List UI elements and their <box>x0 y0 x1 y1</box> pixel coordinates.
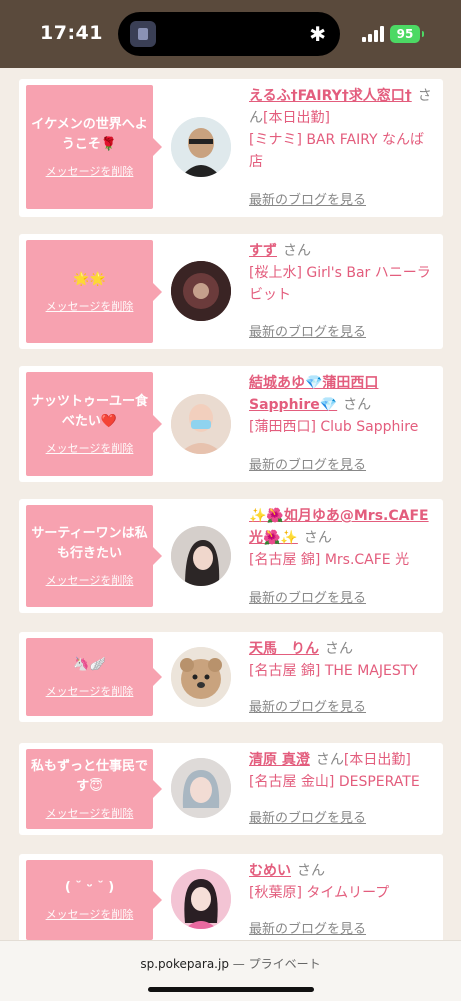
avatar[interactable] <box>171 526 231 586</box>
latest-blog-link[interactable]: 最新のブログを見る <box>249 918 366 937</box>
delete-message-link[interactable]: メッセージを削除 <box>46 163 134 179</box>
message-card: 🦄🪽 メッセージを削除 天馬 りん さん [名古屋 錦] THE MAJESTY … <box>19 632 443 722</box>
honorific: さん <box>343 397 372 413</box>
shop-name: [名古屋 錦] THE MAJESTY <box>249 663 418 679</box>
honorific: さん <box>325 641 353 657</box>
latest-blog-link[interactable]: 最新のブログを見る <box>249 807 366 826</box>
now-playing-thumbnail[interactable] <box>130 21 156 47</box>
delete-message-link[interactable]: メッセージを削除 <box>46 906 134 922</box>
message-bubble: ( ˘ ᵕ ˘ ) メッセージを削除 <box>26 860 162 940</box>
latest-blog-link[interactable]: 最新のブログを見る <box>249 696 366 715</box>
user-name-link[interactable]: ✨🌺如月ゆあ@Mrs.CAFE光🌺✨ <box>249 508 429 546</box>
message-text: サーティーワンは私も行きたい <box>31 526 148 561</box>
delete-message-link[interactable]: メッセージを削除 <box>46 440 134 456</box>
shop-name: [名古屋 錦] Mrs.CAFE 光 <box>249 552 410 568</box>
latest-blog-link[interactable]: 最新のブログを見る <box>249 454 366 473</box>
url-text: sp.pokepara.jp <box>140 957 229 971</box>
shop-name: [名古屋 金山] DESPERATE <box>249 774 420 790</box>
avatar[interactable] <box>171 394 231 454</box>
user-info: むめい さん [秋葉原] タイムリープ <box>249 860 437 904</box>
message-text: 🦄🪽 <box>73 657 106 672</box>
avatar[interactable] <box>171 869 231 929</box>
delete-message-link[interactable]: メッセージを削除 <box>46 572 134 588</box>
user-name-link[interactable]: すず <box>249 243 277 259</box>
honorific: さん <box>303 530 332 546</box>
latest-blog-link[interactable]: 最新のブログを見る <box>249 321 366 340</box>
message-bubble: サーティーワンは私も行きたい メッセージを削除 <box>26 505 162 607</box>
message-text: イケメンの世界へようこそ🌹 <box>31 117 148 152</box>
message-bubble: 🦄🪽 メッセージを削除 <box>26 638 162 716</box>
avatar[interactable] <box>171 261 231 321</box>
avatar[interactable] <box>171 758 231 818</box>
user-info: ✨🌺如月ゆあ@Mrs.CAFE光🌺✨ さん [名古屋 錦] Mrs.CAFE 光 <box>249 505 437 571</box>
avatar[interactable] <box>171 647 231 707</box>
delete-message-link[interactable]: メッセージを削除 <box>46 805 134 821</box>
message-card: ( ˘ ᵕ ˘ ) メッセージを削除 むめい さん [秋葉原] タイムリープ 最新… <box>19 854 443 940</box>
delete-message-link[interactable]: メッセージを削除 <box>46 298 134 314</box>
home-indicator[interactable] <box>148 987 314 992</box>
message-card: イケメンの世界へようこそ🌹 メッセージを削除 えるふ†FAIRY†求人窓口† さん… <box>19 79 443 217</box>
privacy-label: — プライベート <box>232 957 321 971</box>
honorific: さん <box>315 752 344 768</box>
shop-name: [蒲田西口] Club Sapphire <box>249 419 419 435</box>
message-bubble: イケメンの世界へようこそ🌹 メッセージを削除 <box>26 85 162 209</box>
delete-message-link[interactable]: メッセージを削除 <box>46 683 134 699</box>
message-card: 🌟🌟 メッセージを削除 すず さん [桜上水] Girl's Bar ハニーラビッ… <box>19 234 443 349</box>
status-time: 17:41 <box>40 22 103 44</box>
url-display[interactable]: sp.pokepara.jp — プライベート <box>0 955 461 972</box>
browser-address-bar[interactable]: sp.pokepara.jp — プライベート <box>0 940 461 1001</box>
shop-name: [桜上水] Girl's Bar ハニーラビット <box>249 265 431 303</box>
avatar[interactable] <box>171 117 231 177</box>
message-card: ナッツトゥーユー食べたい❤️ メッセージを削除 結城あゆ💎蒲田西口Sapphir… <box>19 366 443 482</box>
user-info: えるふ†FAIRY†求人窓口† さん[本日出勤] [ミナミ] BAR FAIRY … <box>249 85 437 173</box>
status-bar: 17:41 ✱ 95 <box>0 0 461 68</box>
message-text: ナッツトゥーユー食べたい❤️ <box>30 394 148 429</box>
shop-name: [ミナミ] BAR FAIRY なんば店 <box>249 132 425 170</box>
dynamic-island[interactable]: ✱ <box>118 12 340 56</box>
battery-level: 95 <box>396 27 414 41</box>
user-info: すず さん [桜上水] Girl's Bar ハニーラビット <box>249 240 437 306</box>
message-bubble: 私もずっと仕事民です😇 メッセージを削除 <box>26 749 162 829</box>
attendance-badge: [本日出勤] <box>263 110 330 126</box>
battery-icon: 95 <box>390 25 424 43</box>
attendance-badge: [本日出勤] <box>343 752 411 768</box>
message-text: ( ˘ ᵕ ˘ ) <box>64 880 115 895</box>
message-bubble: ナッツトゥーユー食べたい❤️ メッセージを削除 <box>26 372 162 476</box>
honorific: さん <box>283 243 311 259</box>
user-info: 清原 真澄 さん[本日出勤] [名古屋 金山] DESPERATE <box>249 749 437 793</box>
shop-name: [秋葉原] タイムリープ <box>249 885 390 901</box>
message-text: 私もずっと仕事民です😇 <box>30 759 148 794</box>
signal-icon <box>362 26 384 42</box>
latest-blog-link[interactable]: 最新のブログを見る <box>249 587 366 606</box>
message-feed[interactable]: イケメンの世界へようこそ🌹 メッセージを削除 えるふ†FAIRY†求人窓口† さん… <box>0 68 461 940</box>
user-name-link[interactable]: むめい <box>249 863 291 879</box>
user-info: 天馬 りん さん [名古屋 錦] THE MAJESTY <box>249 638 437 682</box>
user-name-link[interactable]: 天馬 りん <box>249 641 319 657</box>
bluetooth-icon: ✱ <box>309 22 326 46</box>
user-name-link[interactable]: 清原 真澄 <box>249 752 310 768</box>
user-name-link[interactable]: えるふ†FAIRY†求人窓口† <box>249 88 412 104</box>
message-text: 🌟🌟 <box>73 271 106 287</box>
message-card: サーティーワンは私も行きたい メッセージを削除 ✨🌺如月ゆあ@Mrs.CAFE光… <box>19 499 443 613</box>
honorific: さん <box>297 863 325 879</box>
user-info: 結城あゆ💎蒲田西口Sapphire💎 さん [蒲田西口] Club Sapphir… <box>249 372 437 438</box>
latest-blog-link[interactable]: 最新のブログを見る <box>249 189 366 208</box>
message-bubble: 🌟🌟 メッセージを削除 <box>26 240 162 343</box>
message-card: 私もずっと仕事民です😇 メッセージを削除 清原 真澄 さん[本日出勤] [名古屋 … <box>19 743 443 835</box>
